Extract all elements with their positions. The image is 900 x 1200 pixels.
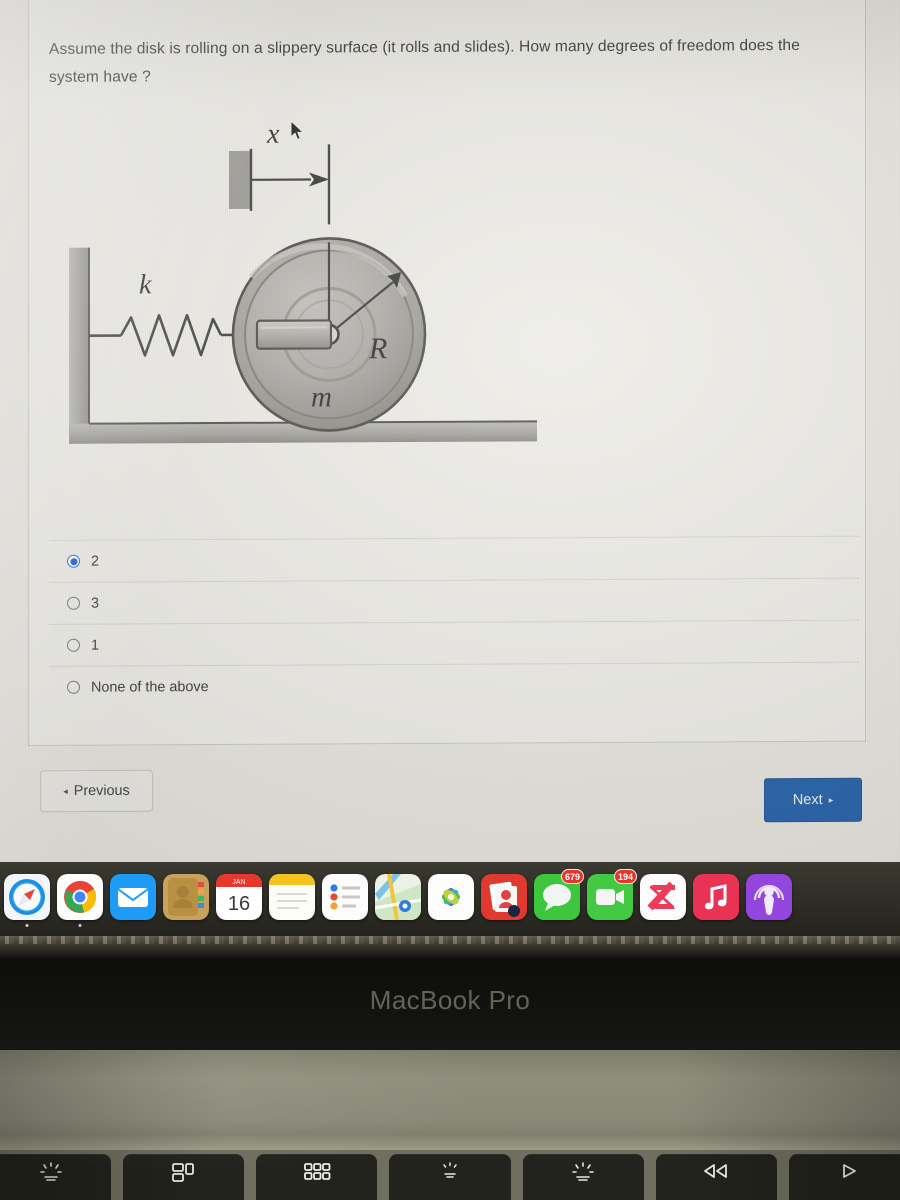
dock-icon-photo-booth[interactable] <box>481 874 527 920</box>
radio-button-option-2[interactable] <box>67 596 80 610</box>
dock-badge-facetime: 194 <box>613 869 637 884</box>
label-R: R <box>368 332 387 365</box>
previous-button[interactable]: ◂ Previous <box>40 769 153 813</box>
dock-running-indicator <box>78 924 82 927</box>
mission-control-key[interactable] <box>123 1154 245 1200</box>
keyboard-brightness-up-key[interactable] <box>522 1154 644 1200</box>
previous-button-label: Previous <box>73 782 130 800</box>
svg-text:16: 16 <box>228 893 250 915</box>
dock-icon-notes[interactable] <box>269 874 315 920</box>
macbook-pro-branding: MacBook Pro <box>369 985 531 1015</box>
laptop-deck <box>0 1050 900 1150</box>
answer-options-list: 2 3 1 None of the above <box>49 535 859 708</box>
quiz-question-card: Assume the disk is rolling on a slippery… <box>28 0 866 747</box>
dock-icon-safari[interactable] <box>4 874 50 927</box>
question-text: Assume the disk is rolling on a slippery… <box>49 36 800 86</box>
mouse-cursor <box>290 119 306 142</box>
chevron-right-icon: ▸ <box>828 794 834 805</box>
screen-bezel-lip <box>0 936 900 958</box>
macos-dock: JAN 16 679 194 <box>0 862 900 936</box>
label-k: k <box>139 269 152 300</box>
dock-icon-news[interactable] <box>640 874 686 920</box>
chevron-left-icon: ◂ <box>63 785 68 796</box>
play-pause-key[interactable] <box>788 1154 900 1200</box>
radio-button-option-3[interactable] <box>67 638 80 652</box>
dock-badge-messages: 679 <box>560 869 584 884</box>
answer-option-row[interactable]: 1 <box>49 619 859 666</box>
dock-icon-mail[interactable] <box>110 874 156 920</box>
label-m: m <box>311 381 332 413</box>
dock-icon-photos[interactable] <box>428 874 474 920</box>
dock-icon-messages[interactable]: 679 <box>534 869 584 920</box>
option-label: None of the above <box>91 678 209 696</box>
launchpad-key[interactable] <box>256 1154 378 1200</box>
radio-button-option-4[interactable] <box>67 680 80 694</box>
laptop-keyboard <box>0 1150 900 1200</box>
answer-option-row[interactable]: 2 <box>49 535 859 582</box>
label-x: x <box>266 119 280 150</box>
dock-icon-reminders[interactable] <box>322 874 368 920</box>
laptop-screen: Assume the disk is rolling on a slippery… <box>0 0 900 862</box>
rewind-key[interactable] <box>655 1154 777 1200</box>
answer-option-row[interactable]: 3 <box>49 577 859 624</box>
connecting-rod <box>255 319 333 350</box>
dock-icon-calendar[interactable]: JAN 16 <box>216 874 262 920</box>
option-label: 2 <box>91 553 100 570</box>
radio-button-option-1[interactable] <box>67 554 80 568</box>
dock-icon-maps[interactable] <box>375 874 421 920</box>
answer-option-row[interactable]: None of the above <box>49 661 859 708</box>
spring-disk-diagram: x k R m <box>61 105 551 468</box>
dock-icon-chrome[interactable] <box>57 874 103 927</box>
displacement-indicator: x <box>229 119 331 225</box>
next-button-label: Next <box>792 791 823 809</box>
dock-icon-music[interactable] <box>693 874 739 920</box>
dock-icon-podcasts[interactable] <box>746 874 792 920</box>
dock-running-indicator <box>25 924 29 927</box>
keyboard-brightness-down-key[interactable] <box>0 1154 112 1200</box>
next-button[interactable]: Next ▸ <box>764 777 862 823</box>
svg-text:JAN: JAN <box>232 879 245 886</box>
option-label: 1 <box>91 637 100 654</box>
option-label: 3 <box>91 595 100 612</box>
dock-icon-contacts[interactable] <box>163 874 209 920</box>
dock-icon-facetime[interactable]: 194 <box>587 869 637 920</box>
keyboard-brightness-down-key-2[interactable] <box>389 1154 511 1200</box>
